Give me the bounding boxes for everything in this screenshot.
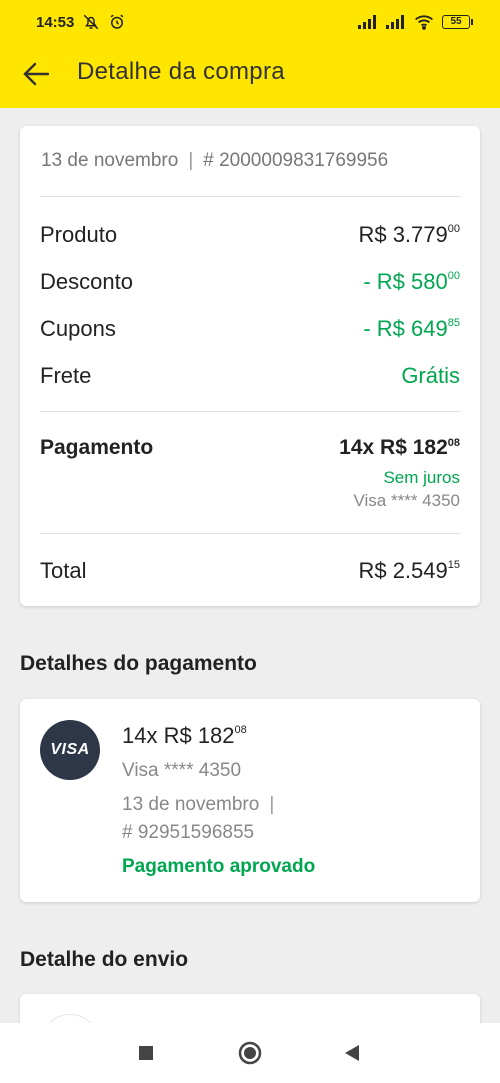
signal-icon [358,15,378,29]
signal-icon [386,15,406,29]
row-produto: Produto R$ 3.77900 [40,220,460,250]
alarm-clock-icon [108,13,126,31]
row-amount: Grátis [401,363,460,388]
payment-amount: 14x R$ 18208 [339,436,460,459]
payment-label: Pagamento [40,436,154,459]
row-amount: - R$ 64985 [363,316,460,341]
transaction-id: # 92951596855 [122,822,255,843]
bell-off-icon [82,13,100,31]
status-time: 14:53 [36,13,75,31]
shipping-details-title: Detalhe do envio [20,948,189,971]
meta-separator: | [188,150,194,171]
app-header: 14:53 55 Detalhe da compra [0,0,500,108]
row-label: Produto [40,222,118,247]
row-amount: - R$ 58000 [363,269,460,294]
row-desconto: Desconto - R$ 58000 [40,267,460,297]
divider [40,411,460,412]
status-bar: 14:53 55 [0,0,500,44]
row-label: Cupons [40,316,116,341]
row-label: Desconto [40,269,133,294]
app-bar: Detalhe da compra [0,44,500,104]
payment-detail-card[interactable]: VISA 14x R$ 18208 Visa **** 4350 13 de n… [20,699,480,902]
row-total: Total R$ 2.54915 [40,556,460,586]
payment-date: 13 de novembro | [122,794,275,815]
payment-details-title: Detalhes do pagamento [20,652,257,675]
system-nav-bar [0,1023,500,1083]
visa-card-icon: VISA [40,720,100,780]
square-icon[interactable] [138,1045,154,1061]
row-amount: R$ 3.77900 [358,222,460,247]
page-title: Detalhe da compra [77,58,285,85]
payment-card: Visa **** 4350 [353,491,461,510]
wifi-icon [414,14,434,30]
purchase-summary-card: 13 de novembro | # 2000009831769956 Produt… [20,126,480,606]
divider [40,533,460,534]
payment-interest: Sem juros [383,468,460,487]
arrow-left-icon[interactable] [20,58,52,90]
order-meta: 13 de novembro | # 2000009831769956 [41,150,388,172]
triangle-back-icon[interactable] [343,1044,361,1062]
divider [40,196,460,197]
battery-icon: 55 [442,15,473,29]
installment-amount: 14x R$ 18208 [122,723,247,748]
order-id: # 2000009831769956 [203,150,389,171]
circle-icon[interactable] [238,1041,262,1065]
payment-status: Pagamento aprovado [122,856,316,877]
row-cupons: Cupons - R$ 64985 [40,314,460,344]
row-label: Frete [40,363,92,388]
row-frete: Frete Grátis [40,361,460,391]
total-label: Total [40,558,87,583]
total-amount: R$ 2.54915 [358,558,460,583]
card-number: Visa **** 4350 [122,760,242,781]
order-date: 13 de novembro [41,150,179,171]
